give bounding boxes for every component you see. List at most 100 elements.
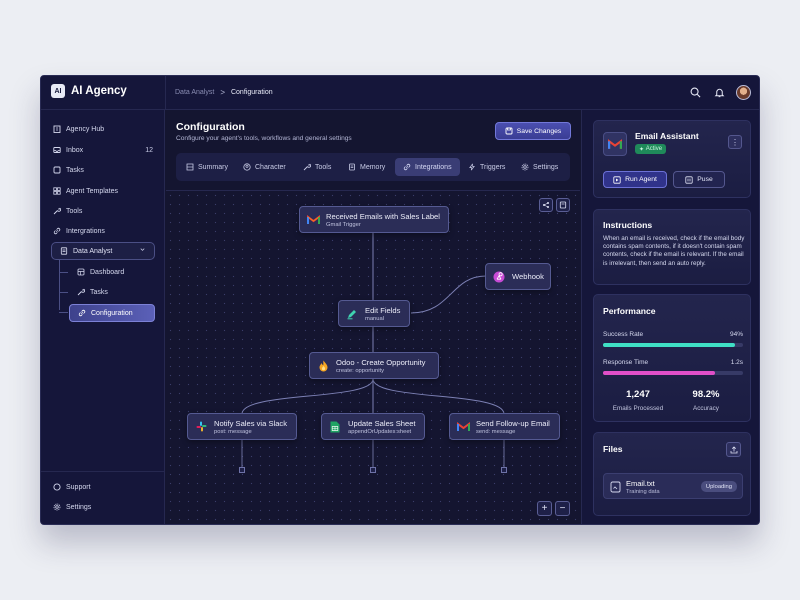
layout-icon[interactable] [539, 198, 553, 212]
instructions-title: Instructions [603, 220, 653, 230]
sidebar-group-data-analyst[interactable]: Data Analyst [51, 242, 155, 260]
sidebar: Agency Hub Inbox 12 Tasks Agent Template… [41, 110, 165, 524]
sidebar-item-settings[interactable]: Settings [53, 499, 153, 515]
sidebar-item-intergrations[interactable]: Intergrations [53, 223, 153, 239]
metric-label: Response Time [603, 359, 649, 366]
workflow-node-odoo[interactable]: Odoo - Create Opportunity create: opport… [309, 352, 439, 379]
files-title: Files [603, 444, 623, 454]
divider [165, 76, 166, 110]
sidebar-subitem-tasks[interactable]: Tasks [69, 283, 155, 301]
wrench-icon [77, 288, 85, 296]
sidebar-item-agent-templates[interactable]: Agent Templates [53, 183, 153, 199]
status-badge: ✦ Active [635, 144, 667, 154]
file-status-badge: Uploading [700, 481, 737, 492]
workflow-node-sheets[interactable]: Update Sales Sheet appendOrUpdates:sheet [321, 413, 425, 440]
tab-label: Memory [360, 163, 386, 171]
breadcrumb-parent[interactable]: Data Analyst [175, 89, 214, 96]
node-title: Webhook [512, 272, 544, 281]
tab-integrations[interactable]: Integrations [395, 158, 460, 176]
workflow-node-edit-fields[interactable]: Edit Fields manual [338, 300, 410, 327]
chevron-down-icon[interactable] [139, 246, 146, 255]
sidebar-item-inbox[interactable]: Inbox 12 [53, 142, 153, 158]
divider [41, 471, 165, 472]
tab-tools[interactable]: Tools [295, 158, 339, 176]
tab-settings[interactable]: Settings [513, 158, 566, 176]
sidebar-item-label: Agency Hub [66, 125, 105, 133]
sidebar-item-tools[interactable]: Tools [53, 203, 153, 219]
main-content: Configuration Configure your agent's too… [166, 110, 580, 524]
wrench-icon [53, 207, 61, 215]
tab-label: Triggers [480, 163, 506, 171]
success-rate-bar [603, 343, 743, 347]
sidebar-subitem-label: Configuration [91, 309, 133, 317]
tasks-icon [53, 166, 61, 174]
workflow-node-webhook[interactable]: Webhook [485, 263, 551, 290]
tree-line [59, 292, 68, 293]
chat-icon [53, 483, 61, 491]
pen-icon [345, 307, 359, 321]
tab-triggers[interactable]: Triggers [460, 158, 513, 176]
node-title: Send Follow-up Email [476, 418, 550, 428]
gear-icon [521, 163, 529, 171]
tab-character[interactable]: Character [235, 158, 294, 176]
summary-icon [186, 163, 194, 171]
tab-label: Integrations [415, 163, 452, 171]
zoom-in-button[interactable]: + [537, 501, 552, 516]
tab-memory[interactable]: Memory [340, 158, 393, 176]
connector [410, 275, 487, 314]
pause-button[interactable]: Puse [673, 171, 725, 188]
emails-processed-label: Emails Processed [612, 405, 664, 412]
right-panel: Email Assistant ✦ Active ⋮ Run Agent Pus… [581, 110, 759, 524]
workflow-node-gmail-trigger[interactable]: Received Emails with Sales Label Gmail T… [299, 206, 449, 233]
workflow-canvas[interactable]: Received Emails with Sales Label Gmail T… [166, 190, 580, 524]
gmail-icon [603, 132, 627, 156]
add-node-port[interactable] [501, 467, 507, 473]
file-name: Email.txt [626, 479, 655, 488]
sidebar-item-label: Tools [66, 207, 83, 215]
add-node-port[interactable] [370, 467, 376, 473]
sidebar-item-support[interactable]: Support [53, 479, 153, 495]
gmail-icon [306, 213, 320, 227]
sidebar-item-label: Support [66, 483, 91, 491]
node-subtitle: post: message [214, 428, 252, 435]
bell-icon[interactable] [712, 86, 726, 100]
node-subtitle: create: opportunity [336, 367, 385, 374]
zoom-out-button[interactable]: − [555, 501, 570, 516]
tree-line [59, 312, 68, 313]
sidebar-subitem-dashboard[interactable]: Dashboard [69, 263, 155, 281]
agent-card: Email Assistant ✦ Active ⋮ Run Agent Pus… [593, 120, 751, 198]
save-changes-label: Save Changes [516, 127, 562, 135]
file-icon [610, 481, 621, 493]
file-item[interactable]: Email.txt Training data Uploading [603, 473, 743, 499]
workflow-node-slack[interactable]: Notify Sales via Slack post: message [187, 413, 297, 440]
run-agent-button[interactable]: Run Agent [603, 171, 667, 188]
tab-summary[interactable]: Summary [178, 158, 236, 176]
node-subtitle: send: message [476, 428, 516, 435]
sidebar-subitem-configuration[interactable]: Configuration [69, 304, 155, 322]
tree-line [59, 272, 68, 273]
instructions-card: Instructions When an email is received, … [593, 209, 751, 285]
pause-label: Puse [697, 176, 713, 183]
upload-icon[interactable] [726, 442, 741, 457]
avatar[interactable] [736, 85, 751, 100]
node-title: Received Emails with Sales Label [326, 211, 440, 221]
sidebar-group-label: Data Analyst [73, 247, 113, 255]
notes-icon[interactable] [556, 198, 570, 212]
sidebar-item-agency-hub[interactable]: Agency Hub [53, 121, 153, 137]
inbox-icon [53, 147, 61, 153]
workflow-node-followup-email[interactable]: Send Follow-up Email send: message [449, 413, 560, 440]
brand[interactable]: AI AI Agency [51, 84, 127, 98]
agent-name: Email Assistant [635, 131, 699, 141]
more-options-button[interactable]: ⋮ [728, 135, 742, 149]
sidebar-item-tasks[interactable]: Tasks [53, 162, 153, 178]
node-title: Odoo - Create Opportunity [336, 357, 426, 367]
breadcrumb-current: Configuration [230, 89, 273, 96]
templates-icon [53, 187, 61, 195]
accuracy-label: Accuracy [693, 405, 719, 412]
add-node-port[interactable] [239, 467, 245, 473]
save-changes-button[interactable]: Save Changes [495, 122, 571, 140]
accuracy-value: 98.2% [692, 389, 720, 400]
tree-line [59, 260, 60, 310]
search-icon[interactable] [688, 86, 702, 100]
document-icon [60, 247, 68, 255]
